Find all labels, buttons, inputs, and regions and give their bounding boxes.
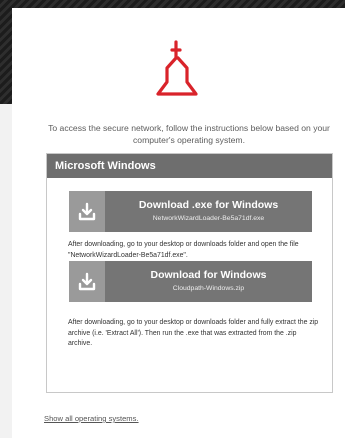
download-icon <box>69 261 105 302</box>
zip-instructions: After downloading, go to your desktop or… <box>68 319 319 347</box>
exe-instructions: After downloading, go to your desktop or… <box>68 241 299 259</box>
download-icon <box>69 191 105 232</box>
download-zip-button[interactable]: Download for Windows Cloudpath-Windows.z… <box>69 261 312 302</box>
panel-title: Microsoft Windows <box>47 154 332 178</box>
download-zip-filename: Cloudpath-Windows.zip <box>172 285 245 292</box>
windows-panel: Microsoft Windows Download .exe for Wind… <box>46 153 333 393</box>
browser-frame: To access the secure network, follow the… <box>0 0 345 438</box>
side-rail <box>0 104 12 438</box>
intro-text: To access the secure network, follow the… <box>48 123 330 145</box>
page-content: To access the secure network, follow the… <box>12 8 345 438</box>
download-exe-label: Download .exe for Windows <box>138 199 279 211</box>
castle-logo-icon <box>156 40 198 96</box>
download-exe-button[interactable]: Download .exe for Windows NetworkWizardL… <box>69 191 312 232</box>
download-zip-label: Download for Windows <box>150 269 267 281</box>
download-exe-filename: NetworkWizardLoader-Be5a71df.exe <box>152 215 265 222</box>
show-all-os-link[interactable]: Show all operating systems. <box>44 414 139 423</box>
